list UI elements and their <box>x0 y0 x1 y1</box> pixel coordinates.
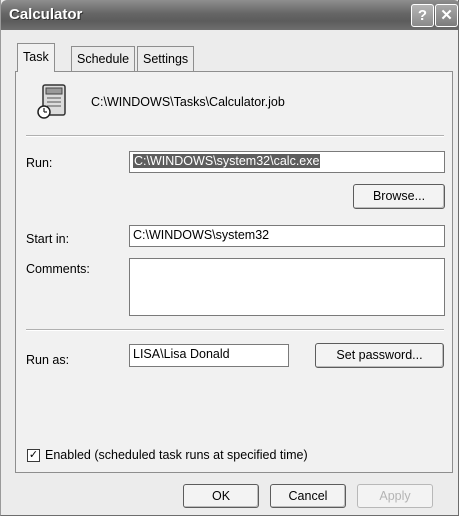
tab-settings[interactable]: Settings <box>137 46 195 71</box>
run-field-value: C:\WINDOWS\system32\calc.exe <box>133 154 321 168</box>
apply-button-label: Apply <box>379 489 411 503</box>
title-bar: Calculator ? ✕ <box>1 0 459 30</box>
browse-button[interactable]: Browse... <box>353 184 445 209</box>
start-in-field-value: C:\WINDOWS\system32 <box>133 228 270 242</box>
task-file-icon <box>37 84 66 119</box>
apply-button[interactable]: Apply <box>357 484 433 508</box>
task-properties-window: Calculator ? ✕ Task Schedule Settings C:… <box>0 0 459 516</box>
run-label: Run: <box>26 156 53 170</box>
task-tab-panel: C:\WINDOWS\Tasks\Calculator.job Run: C:\… <box>15 71 453 473</box>
run-as-label: Run as: <box>26 353 70 367</box>
comments-field[interactable] <box>129 258 445 316</box>
cancel-button-label: Cancel <box>288 489 328 503</box>
check-mark-icon: ✓ <box>28 449 39 461</box>
help-icon: ? <box>417 7 428 24</box>
ok-button[interactable]: OK <box>183 484 259 508</box>
enabled-label: Enabled (scheduled task runs at specifie… <box>45 448 308 462</box>
comments-label: Comments: <box>26 262 90 276</box>
tab-settings-label: Settings <box>143 52 189 66</box>
divider <box>26 135 444 137</box>
tab-schedule[interactable]: Schedule <box>71 46 136 71</box>
run-field[interactable]: C:\WINDOWS\system32\calc.exe <box>129 151 445 173</box>
task-file-path: C:\WINDOWS\Tasks\Calculator.job <box>91 95 285 109</box>
enabled-checkbox[interactable]: ✓ <box>27 449 40 462</box>
set-password-button-label: Set password... <box>336 348 423 362</box>
window-title: Calculator <box>9 6 83 23</box>
close-button[interactable]: ✕ <box>435 4 458 27</box>
start-in-field[interactable]: C:\WINDOWS\system32 <box>129 225 445 247</box>
close-icon: ✕ <box>440 7 453 24</box>
tab-schedule-label: Schedule <box>77 52 130 66</box>
tab-task[interactable]: Task <box>17 43 55 72</box>
set-password-button[interactable]: Set password... <box>315 343 444 368</box>
ok-button-label: OK <box>211 489 231 503</box>
cancel-button[interactable]: Cancel <box>270 484 346 508</box>
start-in-label: Start in: <box>26 232 70 246</box>
run-as-field-value: LISA\Lisa Donald <box>133 347 230 361</box>
browse-button-label: Browse... <box>372 189 426 203</box>
run-as-field[interactable]: LISA\Lisa Donald <box>129 344 289 367</box>
divider <box>26 329 444 331</box>
help-button[interactable]: ? <box>411 4 434 27</box>
tab-task-label: Task <box>23 50 49 64</box>
